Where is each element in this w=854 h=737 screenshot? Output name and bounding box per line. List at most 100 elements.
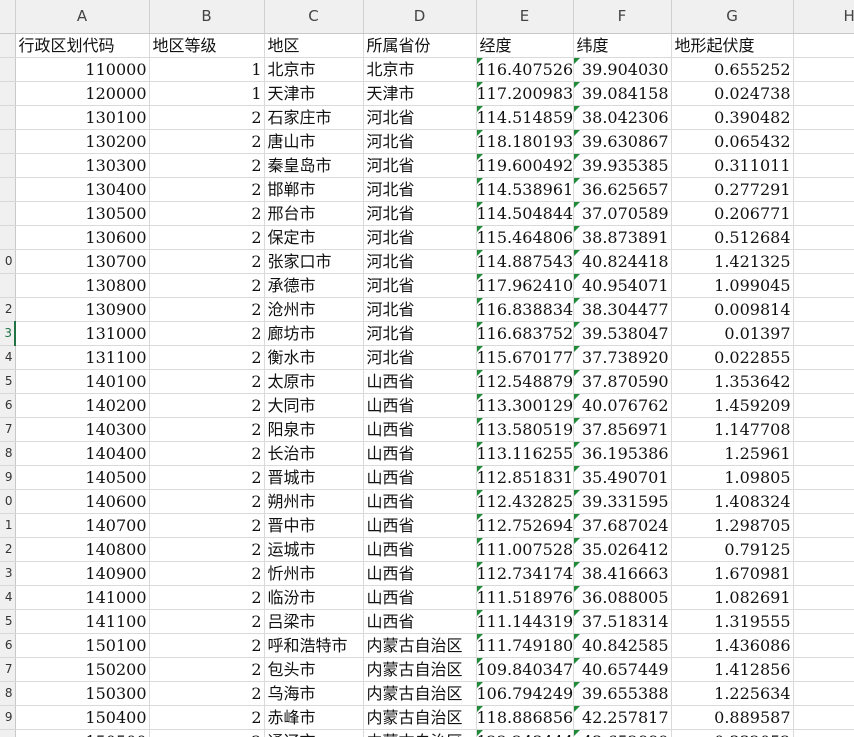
relief-cell[interactable]: 0.01397 <box>671 321 794 346</box>
level-cell[interactable]: 2 <box>149 609 265 634</box>
field-header-region[interactable]: 地区 <box>264 33 364 58</box>
code-cell[interactable]: 140400 <box>15 441 150 466</box>
relief-cell[interactable]: 1.082691 <box>671 585 794 610</box>
grid-cell[interactable] <box>793 537 854 562</box>
latitude-cell[interactable]: 40.657449 <box>573 657 672 682</box>
code-cell[interactable]: 130600 <box>15 225 150 250</box>
province-cell[interactable]: 天津市 <box>363 81 477 106</box>
grid-cell[interactable] <box>793 633 854 658</box>
grid-cell[interactable] <box>793 417 854 442</box>
relief-cell[interactable]: 1.353642 <box>671 369 794 394</box>
relief-cell[interactable]: 1.09805 <box>671 465 794 490</box>
level-cell[interactable]: 2 <box>149 369 265 394</box>
region-cell[interactable]: 张家口市 <box>264 249 364 274</box>
code-cell[interactable]: 150500 <box>15 729 150 737</box>
row-header[interactable]: 9 <box>0 705 16 730</box>
latitude-cell[interactable]: 39.935385 <box>573 153 672 178</box>
level-cell[interactable]: 2 <box>149 393 265 418</box>
level-cell[interactable]: 2 <box>149 225 265 250</box>
level-cell[interactable]: 2 <box>149 729 265 737</box>
row-header[interactable]: 4 <box>0 345 16 370</box>
longitude-cell[interactable]: 117.200983 <box>476 81 574 106</box>
latitude-cell[interactable]: 42.257817 <box>573 705 672 730</box>
code-cell[interactable]: 140500 <box>15 465 150 490</box>
level-cell[interactable]: 2 <box>149 273 265 298</box>
grid-cell[interactable] <box>793 177 854 202</box>
region-cell[interactable]: 吕梁市 <box>264 609 364 634</box>
code-cell[interactable]: 131100 <box>15 345 150 370</box>
longitude-cell[interactable]: 113.300129 <box>476 393 574 418</box>
grid-cell[interactable] <box>793 393 854 418</box>
region-cell[interactable]: 运城市 <box>264 537 364 562</box>
column-header-b[interactable]: B <box>149 0 265 34</box>
region-cell[interactable]: 秦皇岛市 <box>264 153 364 178</box>
province-cell[interactable]: 内蒙古自治区 <box>363 729 477 737</box>
province-cell[interactable]: 河北省 <box>363 153 477 178</box>
longitude-cell[interactable]: 115.464806 <box>476 225 574 250</box>
province-cell[interactable]: 内蒙古自治区 <box>363 657 477 682</box>
field-header-level[interactable]: 地区等级 <box>149 33 265 58</box>
grid-cell[interactable] <box>793 201 854 226</box>
row-header[interactable] <box>0 201 16 226</box>
longitude-cell[interactable]: 116.838834 <box>476 297 574 322</box>
column-header-h[interactable]: H <box>793 0 854 34</box>
region-cell[interactable]: 沧州市 <box>264 297 364 322</box>
code-cell[interactable]: 130400 <box>15 177 150 202</box>
code-cell[interactable]: 140700 <box>15 513 150 538</box>
relief-cell[interactable]: 0.065432 <box>671 129 794 154</box>
province-cell[interactable]: 北京市 <box>363 57 477 82</box>
grid-cell[interactable] <box>793 729 854 737</box>
region-cell[interactable]: 太原市 <box>264 369 364 394</box>
region-cell[interactable]: 保定市 <box>264 225 364 250</box>
province-cell[interactable]: 河北省 <box>363 177 477 202</box>
region-cell[interactable]: 晋城市 <box>264 465 364 490</box>
region-cell[interactable]: 唐山市 <box>264 129 364 154</box>
latitude-cell[interactable]: 39.084158 <box>573 81 672 106</box>
code-cell[interactable]: 130900 <box>15 297 150 322</box>
row-header[interactable] <box>0 273 16 298</box>
grid-cell[interactable] <box>793 657 854 682</box>
relief-cell[interactable]: 1.412856 <box>671 657 794 682</box>
longitude-cell[interactable]: 114.504844 <box>476 201 574 226</box>
region-cell[interactable]: 长治市 <box>264 441 364 466</box>
longitude-cell[interactable]: 113.580519 <box>476 417 574 442</box>
grid-cell[interactable] <box>793 465 854 490</box>
longitude-cell[interactable]: 116.683752 <box>476 321 574 346</box>
latitude-cell[interactable]: 38.042306 <box>573 105 672 130</box>
level-cell[interactable]: 2 <box>149 657 265 682</box>
grid-cell[interactable] <box>793 33 854 58</box>
latitude-cell[interactable]: 39.655388 <box>573 681 672 706</box>
province-cell[interactable]: 内蒙古自治区 <box>363 633 477 658</box>
longitude-cell[interactable]: 109.840347 <box>476 657 574 682</box>
code-cell[interactable]: 140300 <box>15 417 150 442</box>
relief-cell[interactable]: 1.298705 <box>671 513 794 538</box>
code-cell[interactable]: 141000 <box>15 585 150 610</box>
grid-cell[interactable] <box>793 705 854 730</box>
row-header[interactable]: 0 <box>0 249 16 274</box>
longitude-cell[interactable]: 112.734174 <box>476 561 574 586</box>
grid-cell[interactable] <box>793 273 854 298</box>
relief-cell[interactable]: 1.459209 <box>671 393 794 418</box>
row-header[interactable]: 7 <box>0 417 16 442</box>
level-cell[interactable]: 2 <box>149 249 265 274</box>
field-header-province[interactable]: 所属省份 <box>363 33 477 58</box>
row-header[interactable] <box>0 129 16 154</box>
latitude-cell[interactable]: 37.856971 <box>573 417 672 442</box>
column-header-a[interactable]: A <box>15 0 150 34</box>
row-header[interactable] <box>0 729 16 737</box>
region-cell[interactable]: 呼和浩特市 <box>264 633 364 658</box>
latitude-cell[interactable]: 38.416663 <box>573 561 672 586</box>
relief-cell[interactable]: 1.225634 <box>671 681 794 706</box>
province-cell[interactable]: 山西省 <box>363 441 477 466</box>
level-cell[interactable]: 2 <box>149 465 265 490</box>
latitude-cell[interactable]: 38.873891 <box>573 225 672 250</box>
grid-cell[interactable] <box>793 297 854 322</box>
row-header[interactable]: 1 <box>0 513 16 538</box>
region-cell[interactable]: 朔州市 <box>264 489 364 514</box>
province-cell[interactable]: 山西省 <box>363 561 477 586</box>
longitude-cell[interactable]: 118.180193 <box>476 129 574 154</box>
level-cell[interactable]: 2 <box>149 513 265 538</box>
code-cell[interactable]: 140200 <box>15 393 150 418</box>
province-cell[interactable]: 河北省 <box>363 225 477 250</box>
relief-cell[interactable]: 0.022855 <box>671 345 794 370</box>
